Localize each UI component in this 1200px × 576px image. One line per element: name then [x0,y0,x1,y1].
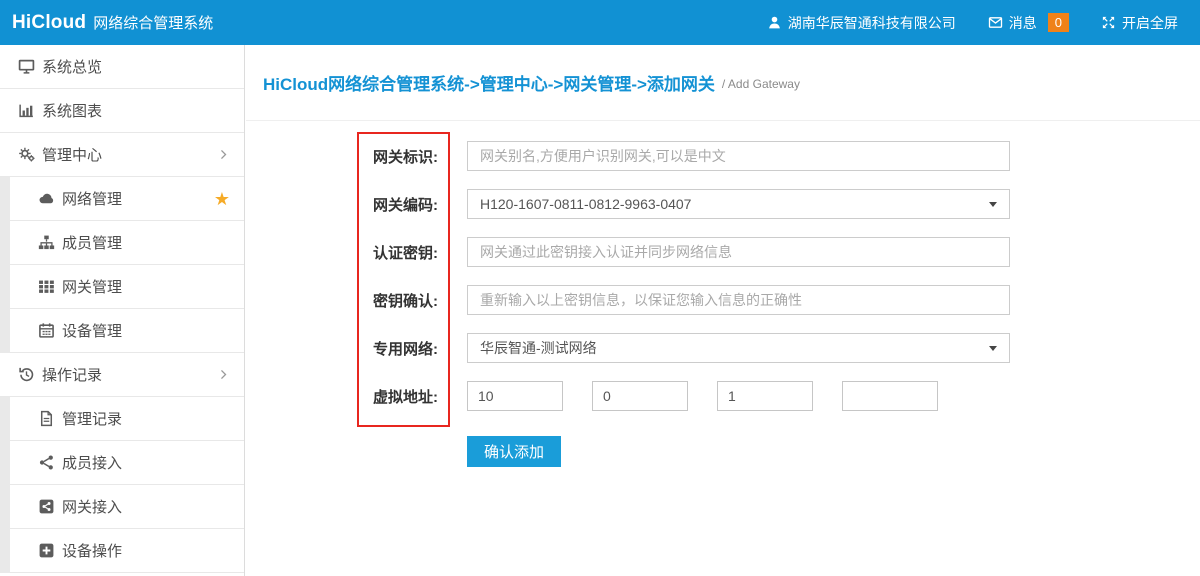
confirm-add-button[interactable]: 确认添加 [467,436,561,467]
grid-icon [38,278,55,295]
sidebar-item-system-charts[interactable]: 系统图表 [0,89,244,133]
history-icon [18,366,35,383]
key-confirm-input[interactable] [467,285,1010,315]
sidebar-item-label: 设备操作 [62,540,122,561]
chevron-right-icon [217,368,230,381]
sitemap-icon [38,234,55,251]
top-navbar: HiCloud 网络综合管理系统 湖南华辰智通科技有限公司 消息 0 开启全屏 [0,0,1200,45]
sidebar-item-label: 系统图表 [42,100,102,121]
brand-subtitle: 网络综合管理系统 [93,12,213,33]
sidebar-item-label: 管理中心 [42,144,102,165]
cloud-icon [38,190,55,207]
envelope-icon [988,15,1003,30]
form-row-auth-key: 认证密钥: [246,237,1200,267]
favorite-star-icon[interactable]: ★ [214,190,230,208]
messages-menu[interactable]: 消息 0 [988,13,1069,33]
share-square-icon [38,498,55,515]
sidebar-item-gateway-management[interactable]: 网关管理 [10,265,244,309]
key-confirm-label: 密钥确认: [246,290,438,311]
form-row-gateway-name: 网关标识: [246,141,1200,171]
messages-count-badge: 0 [1048,13,1069,32]
gateway-code-select[interactable]: H120-1607-0811-0812-9963-0407 [467,189,1010,219]
virtual-address-octet-2[interactable] [592,381,688,411]
gears-icon [18,146,35,163]
fullscreen-label: 开启全屏 [1122,13,1178,33]
add-gateway-form: 网关标识: 网关编码: H120-1607-0811-0812-9963-040… [246,121,1200,467]
sidebar-item-operation-records[interactable]: 操作记录 [0,353,244,397]
sidebar-item-member-management[interactable]: 成员管理 [10,221,244,265]
form-row-key-confirm: 密钥确认: [246,285,1200,315]
virtual-address-label: 虚拟地址: [246,386,438,407]
private-network-select[interactable]: 华辰智通-测试网络 [467,333,1010,363]
form-row-private-network: 专用网络: 华辰智通-测试网络 [246,333,1200,363]
sidebar-item-management-records[interactable]: 管理记录 [10,397,244,441]
calendar-icon [38,322,55,339]
sidebar-item-label: 网络管理 [62,188,122,209]
sidebar: 系统总览 系统图表 管理中心 网络管理 ★ [0,45,245,576]
private-network-value: 华辰智通-测试网络 [480,338,597,358]
sidebar-item-device-management[interactable]: 设备管理 [10,309,244,353]
sidebar-item-label: 网关管理 [62,276,122,297]
form-row-gateway-code: 网关编码: H120-1607-0811-0812-9963-0407 [246,189,1200,219]
private-network-label: 专用网络: [246,338,438,359]
chevron-right-icon [217,148,230,161]
share-nodes-icon [38,454,55,471]
auth-key-input[interactable] [467,237,1010,267]
account-menu[interactable]: 湖南华辰智通科技有限公司 [767,13,956,33]
messages-label: 消息 [1009,13,1037,33]
form-row-virtual-address: 虚拟地址: [246,381,1200,411]
sidebar-item-label: 成员接入 [62,452,122,473]
gateway-code-label: 网关编码: [246,194,438,215]
auth-key-label: 认证密钥: [246,242,438,263]
caret-down-icon [989,202,997,207]
sidebar-item-label: 管理记录 [62,408,122,429]
app-logo: HiCloud 网络综合管理系统 [0,12,213,34]
management-center-submenu: 网络管理 ★ 成员管理 网关管理 [0,177,244,353]
sidebar-item-system-overview[interactable]: 系统总览 [0,45,244,89]
breadcrumb-suffix: / Add Gateway [722,74,800,91]
virtual-address-octet-3[interactable] [717,381,813,411]
sidebar-item-label: 成员管理 [62,232,122,253]
caret-down-icon [989,346,997,351]
file-text-icon [38,410,55,427]
bar-chart-icon [18,102,35,119]
sidebar-item-network-management[interactable]: 网络管理 ★ [10,177,244,221]
operation-records-submenu: 管理记录 成员接入 网关接入 [0,397,244,573]
company-name: 湖南华辰智通科技有限公司 [788,13,956,33]
sidebar-item-device-operations[interactable]: 设备操作 [10,529,244,573]
fullscreen-toggle[interactable]: 开启全屏 [1101,13,1178,33]
virtual-address-octet-4[interactable] [842,381,938,411]
user-icon [767,15,782,30]
gateway-name-label: 网关标识: [246,146,438,167]
gateway-code-value: H120-1607-0811-0812-9963-0407 [480,196,691,212]
desktop-icon [18,58,35,75]
plus-square-icon [38,542,55,559]
main-content: HiCloud网络综合管理系统->管理中心->网关管理->添加网关 / Add … [246,45,1200,467]
breadcrumb: HiCloud网络综合管理系统->管理中心->网关管理->添加网关 [263,70,715,95]
breadcrumb-bar: HiCloud网络综合管理系统->管理中心->网关管理->添加网关 / Add … [246,45,1200,121]
sidebar-item-gateway-access[interactable]: 网关接入 [10,485,244,529]
virtual-address-octet-1[interactable] [467,381,563,411]
sidebar-item-label: 设备管理 [62,320,122,341]
expand-arrows-icon [1101,15,1116,30]
sidebar-item-label: 网关接入 [62,496,122,517]
brand-name: HiCloud [12,12,86,34]
sidebar-item-label: 操作记录 [42,364,102,385]
sidebar-item-management-center[interactable]: 管理中心 [0,133,244,177]
gateway-name-input[interactable] [467,141,1010,171]
sidebar-item-member-access[interactable]: 成员接入 [10,441,244,485]
sidebar-item-label: 系统总览 [42,56,102,77]
